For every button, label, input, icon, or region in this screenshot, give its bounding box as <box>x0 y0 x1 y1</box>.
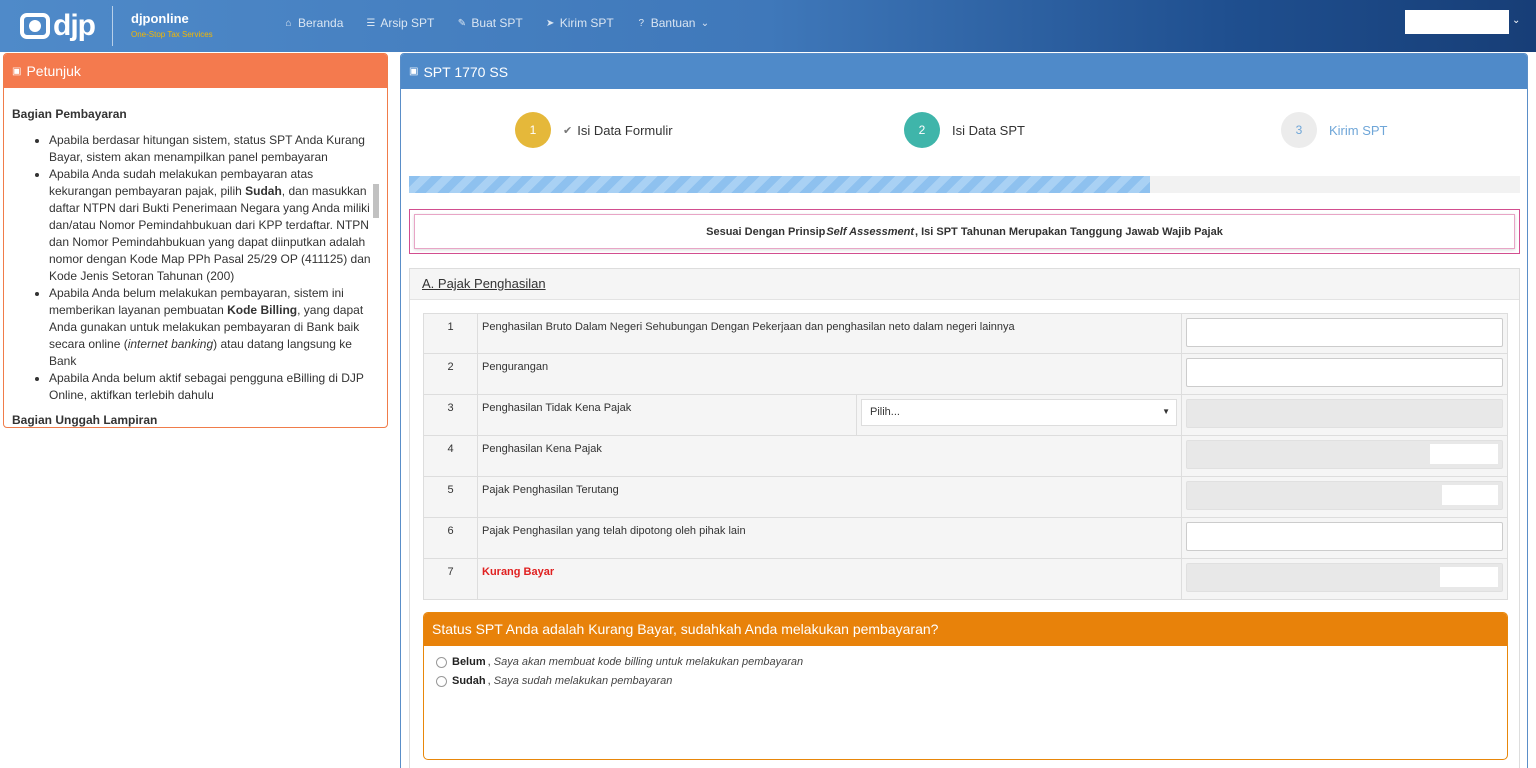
ptkp-amount-field <box>1186 399 1503 428</box>
nav-label: Arsip SPT <box>380 16 435 30</box>
step-number: 2 <box>904 112 940 148</box>
scrollbar-thumb[interactable] <box>373 184 379 218</box>
petunjuk-item: Apabila Anda belum aktif sebagai penggun… <box>49 370 371 404</box>
main-nav: ⌂ Beranda ☰ Arsip SPT ✎ Buat SPT ➤ Kirim… <box>283 16 710 30</box>
gift-icon: ▣ <box>409 66 419 77</box>
radio-sudah[interactable] <box>436 675 447 687</box>
nav-item-buat-spt[interactable]: ✎ Buat SPT <box>456 16 523 30</box>
nav-label: Kirim SPT <box>559 16 614 30</box>
row-label-kurang-bayar: Kurang Bayar <box>477 558 1182 600</box>
nav-item-kirim-spt[interactable]: ➤ Kirim SPT <box>545 16 614 30</box>
table-row: 7 Kurang Bayar <box>423 558 1508 600</box>
step-number: 1 <box>515 112 551 148</box>
kurang-bayar-field <box>1186 563 1503 592</box>
row-number: 6 <box>423 517 478 559</box>
step-3[interactable]: 3 Kirim SPT <box>1281 112 1388 148</box>
petunjuk-item: Apabila Anda sudah melakukan pembayaran … <box>49 166 371 285</box>
send-icon: ➤ <box>546 17 555 29</box>
gift-icon: ▣ <box>12 65 22 77</box>
table-row: 4 Penghasilan Kena Pajak <box>423 435 1508 477</box>
brand-tagline: One-Stop Tax Services <box>131 30 213 39</box>
ptkp-select[interactable]: Pilih... ▼ <box>861 399 1177 426</box>
nav-label: Buat SPT <box>471 16 523 30</box>
logo-text: djp <box>53 9 96 42</box>
radio-option-sudah[interactable]: Sudah, Saya sudah melakukan pembayaran <box>436 675 1495 687</box>
petunjuk-title: Petunjuk <box>26 63 81 79</box>
pkp-field <box>1186 440 1503 469</box>
petunjuk-item: Apabila berdasar hitungan sistem, status… <box>49 132 371 166</box>
row-label: Pajak Penghasilan yang telah dipotong ol… <box>477 517 1182 559</box>
petunjuk-item: Apabila Anda belum melakukan pembayaran,… <box>49 285 371 370</box>
row-number: 1 <box>423 313 478 354</box>
self-assessment-notice: Sesuai Dengan Prinsip Self Assessment, I… <box>409 209 1520 254</box>
step-label: Kirim SPT <box>1329 122 1388 138</box>
row-label: Pengurangan <box>477 353 1182 395</box>
pengurangan-input[interactable] <box>1186 358 1503 387</box>
progress-fill <box>409 176 1151 193</box>
row-number: 2 <box>423 353 478 395</box>
help-icon: ? <box>638 17 645 29</box>
payment-options: Belum, Saya akan membuat kode billing un… <box>424 646 1507 704</box>
radio-belum[interactable] <box>436 656 447 668</box>
row-number: 7 <box>423 558 478 600</box>
step-2[interactable]: 2 Isi Data SPT <box>904 112 1025 148</box>
row-label: Pajak Penghasilan Terutang <box>477 476 1182 518</box>
spt-panel: ▣ SPT 1770 SS 1 ✔ Isi Data Formulir 2 Is… <box>400 53 1528 768</box>
section-title-unggah-lampiran: Bagian Unggah Lampiran <box>12 413 158 427</box>
top-navbar: djp djponline One-Stop Tax Services ⌂ Be… <box>0 0 1536 52</box>
user-menu-chevron-icon[interactable]: ⌄ <box>1512 15 1520 26</box>
payment-question: Status SPT Anda adalah Kurang Bayar, sud… <box>424 613 1507 646</box>
nav-item-arsip-spt[interactable]: ☰ Arsip SPT <box>365 16 434 30</box>
djp-logo[interactable]: djp <box>20 9 96 43</box>
check-icon: ✔ <box>563 124 573 137</box>
edit-icon: ✎ <box>457 17 467 29</box>
navbar-divider <box>112 6 113 46</box>
pajak-penghasilan-section: A. Pajak Penghasilan 1 Penghasilan Bruto… <box>409 268 1520 768</box>
section-title: A. Pajak Penghasilan <box>410 269 1519 300</box>
row-number: 4 <box>423 435 478 477</box>
nav-item-beranda[interactable]: ⌂ Beranda <box>283 16 343 30</box>
list-icon: ☰ <box>366 17 376 29</box>
pajak-penghasilan-table: 1 Penghasilan Bruto Dalam Negeri Sehubun… <box>423 313 1508 600</box>
nav-item-bantuan[interactable]: ? Bantuan ⌄ <box>636 16 711 30</box>
djp-logo-mark-icon <box>20 13 50 39</box>
table-row: 5 Pajak Penghasilan Terutang <box>423 476 1508 518</box>
brand-name: djponline <box>131 11 189 26</box>
section-title-pembayaran: Bagian Pembayaran <box>12 107 127 121</box>
user-account-box[interactable] <box>1405 10 1509 34</box>
spt-title: SPT 1770 SS <box>423 63 509 80</box>
radio-option-belum[interactable]: Belum, Saya akan membuat kode billing un… <box>436 656 1495 668</box>
spt-panel-header: ▣ SPT 1770 SS <box>401 54 1527 89</box>
home-icon: ⌂ <box>285 17 292 29</box>
nav-label: Bantuan <box>650 16 696 30</box>
table-row: 3 Penghasilan Tidak Kena Pajak Pilih... … <box>423 394 1508 436</box>
penghasilan-bruto-input[interactable] <box>1186 318 1503 347</box>
payment-status-panel: Status SPT Anda adalah Kurang Bayar, sud… <box>423 612 1508 760</box>
table-row: 2 Pengurangan <box>423 353 1508 395</box>
row-label: Penghasilan Tidak Kena Pajak <box>477 394 857 436</box>
row-number: 3 <box>423 394 478 436</box>
table-row: 1 Penghasilan Bruto Dalam Negeri Sehubun… <box>423 313 1508 354</box>
row-label: Penghasilan Kena Pajak <box>477 435 1182 477</box>
step-label: Isi Data SPT <box>952 122 1025 138</box>
step-1[interactable]: 1 ✔ Isi Data Formulir <box>515 112 673 148</box>
step-number: 3 <box>1281 112 1317 148</box>
step-label: Isi Data Formulir <box>577 122 673 138</box>
petunjuk-list: Apabila berdasar hitungan sistem, status… <box>12 132 371 404</box>
row-label: Penghasilan Bruto Dalam Negeri Sehubunga… <box>477 313 1182 354</box>
nav-label: Beranda <box>298 16 344 30</box>
petunjuk-panel: ▣ Petunjuk Bagian Pembayaran Apabila ber… <box>3 53 388 428</box>
petunjuk-header: ▣ Petunjuk <box>4 54 387 88</box>
progress-bar <box>409 176 1520 193</box>
row-number: 5 <box>423 476 478 518</box>
pph-dipotong-input[interactable] <box>1186 522 1503 551</box>
table-row: 6 Pajak Penghasilan yang telah dipotong … <box>423 517 1508 559</box>
notice-text: Sesuai Dengan Prinsip Self Assessment, I… <box>414 214 1515 249</box>
chevron-down-icon: ⌄ <box>700 17 710 29</box>
caret-down-icon: ▼ <box>1162 407 1170 416</box>
petunjuk-body[interactable]: Bagian Pembayaran Apabila berdasar hitun… <box>4 88 387 427</box>
pph-terutang-field <box>1186 481 1503 510</box>
